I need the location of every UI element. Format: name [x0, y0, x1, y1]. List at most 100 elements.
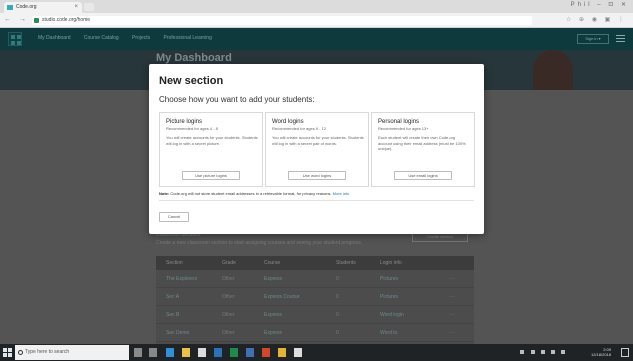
url-input[interactable]: studio.code.org/home	[32, 16, 532, 25]
col-grade[interactable]: Grade	[222, 260, 264, 266]
col-course[interactable]: Course	[264, 260, 336, 266]
cell-login[interactable]: Pictures	[380, 276, 450, 282]
more-info-link[interactable]: More info	[333, 191, 350, 196]
cell-grade: Other	[222, 311, 235, 318]
store-icon[interactable]	[198, 348, 206, 357]
top-nav: My Dashboard Course Catalog Projects Pro…	[38, 35, 224, 41]
cell-section[interactable]: Sec A	[156, 294, 222, 300]
search-placeholder: Type here to search	[25, 349, 70, 355]
col-login[interactable]: Login info	[380, 260, 450, 266]
col-students[interactable]: Students	[336, 260, 380, 266]
cell-grade: Other	[222, 275, 235, 282]
hamburger-menu-icon[interactable]	[616, 35, 625, 42]
card-recommendation: Recommended for ages 4 - 8	[166, 126, 218, 131]
cell-course[interactable]: Express Course	[264, 294, 336, 300]
address-toolbar: ← → C studio.code.org/home ☆ ⊕ ◉ ▣ ⋮	[0, 13, 633, 28]
cell-login[interactable]: Pictures	[380, 294, 450, 300]
cell-students: 0	[336, 293, 339, 300]
cell-login[interactable]: Word lo.	[380, 330, 450, 336]
outlook-icon[interactable]	[246, 348, 254, 357]
dialog-divider	[159, 200, 474, 201]
row-menu-icon[interactable]: ⋯	[450, 330, 474, 336]
hero-image	[533, 50, 573, 90]
use-picture-logins-button[interactable]: Use picture logins	[182, 171, 240, 180]
cell-course[interactable]: Express	[264, 276, 336, 282]
row-menu-icon[interactable]: ⋯	[450, 294, 474, 300]
card-recommendation: Recommended for ages 13+	[378, 126, 429, 131]
clock-date: 12/18/2018	[590, 352, 611, 357]
close-tab-icon[interactable]: ×	[74, 2, 78, 13]
action-center-icon[interactable]	[621, 348, 629, 357]
word-icon[interactable]	[214, 348, 222, 357]
url-text: studio.code.org/home	[42, 17, 91, 23]
system-clock[interactable]: 2:09 12/18/2018	[591, 347, 611, 357]
row-menu-icon[interactable]: ⋯	[450, 276, 474, 282]
personal-logins-card[interactable]: Personal logins Recommended for ages 13+…	[371, 112, 475, 187]
col-section[interactable]: Section	[156, 260, 222, 266]
network-icon[interactable]	[541, 350, 545, 354]
cell-section[interactable]: The Explorers	[156, 276, 222, 282]
nav-link-projects[interactable]: Projects	[132, 35, 150, 41]
card-heading: Personal logins	[378, 119, 420, 125]
word-logins-card[interactable]: Word logins Recommended for ages 9 - 12 …	[265, 112, 369, 187]
privacy-note: Note: Code.org will not store student em…	[159, 191, 479, 196]
page-title: My Dashboard	[156, 52, 232, 64]
mail-icon[interactable]	[294, 348, 302, 357]
browser-tab-strip: Code.org × Phil – ⊡ ✕	[0, 0, 633, 13]
cell-section[interactable]: Sec Demo	[156, 330, 222, 336]
card-description: You will create accounts for your studen…	[166, 135, 258, 146]
new-tab-button[interactable]	[84, 3, 94, 11]
tab-title: Code.org	[16, 4, 37, 10]
cell-course[interactable]: Express	[264, 330, 336, 336]
window-controls[interactable]: Phil – ⊡ ✕	[571, 1, 629, 8]
lock-icon	[34, 18, 39, 23]
dialog-subtitle: Choose how you want to add your students…	[159, 95, 315, 104]
card-recommendation: Recommended for ages 9 - 12	[272, 126, 327, 131]
account-button[interactable]: Sign in ▾	[577, 34, 609, 44]
cell-course[interactable]: Express	[264, 312, 336, 318]
table-row[interactable]: Sec A Other Express Course 0 Pictures ⋯	[156, 288, 474, 306]
picture-logins-card[interactable]: Picture logins Recommended for ages 4 - …	[159, 112, 263, 187]
new-section-dialog: New section Choose how you want to add y…	[149, 64, 484, 234]
row-menu-icon[interactable]: ⋯	[450, 312, 474, 318]
cancel-button[interactable]: Cancel	[159, 212, 189, 222]
table-row[interactable]: Sec Demo Other Express 0 Word lo. ⋯	[156, 324, 474, 342]
card-description: Each student will create their own Code.…	[378, 135, 466, 151]
chrome-icon[interactable]	[278, 348, 286, 357]
cell-section[interactable]: Sec B	[156, 312, 222, 318]
card-heading: Word logins	[272, 119, 304, 125]
cortana-icon	[18, 350, 23, 355]
sections-description: Create a new classroom section to start …	[156, 240, 363, 246]
windows-start-icon[interactable]	[3, 348, 12, 357]
table-row[interactable]: The Explorers Other Express 0 Pictures ⋯	[156, 270, 474, 288]
note-label: Note:	[159, 191, 170, 196]
file-explorer-icon[interactable]	[182, 348, 190, 357]
edge-icon[interactable]	[166, 348, 174, 357]
use-word-logins-button[interactable]: Use word logins	[288, 171, 346, 180]
tray-chevron-icon[interactable]	[531, 350, 535, 354]
nav-link-catalog[interactable]: Course Catalog	[84, 35, 119, 41]
volume-icon[interactable]	[551, 350, 555, 354]
extension-icons[interactable]: ☆ ⊕ ◉ ▣ ⋮	[566, 16, 627, 23]
taskbar-search-input[interactable]: Type here to search	[15, 345, 129, 360]
table-header: Section Grade Course Students Login info	[156, 256, 474, 270]
logo-icon[interactable]	[8, 32, 22, 46]
cell-grade: Other	[222, 293, 235, 300]
nav-link-professional[interactable]: Professional Learning	[164, 35, 212, 41]
app-header: My Dashboard Course Catalog Projects Pro…	[0, 28, 633, 50]
dialog-title: New section	[159, 75, 224, 87]
powerpoint-icon[interactable]	[262, 348, 270, 357]
language-icon[interactable]	[561, 350, 565, 354]
table-row[interactable]: Sec B Other Express 0 Word login ⋯	[156, 306, 474, 324]
cell-students: 0	[336, 275, 339, 282]
nav-link-dashboard[interactable]: My Dashboard	[38, 35, 71, 41]
cell-grade: Other	[222, 329, 235, 336]
cell-login[interactable]: Word login	[380, 312, 450, 318]
browser-tab[interactable]: Code.org ×	[4, 2, 82, 13]
mic-icon[interactable]	[134, 348, 142, 357]
excel-icon[interactable]	[230, 348, 238, 357]
task-view-icon[interactable]	[149, 348, 157, 357]
people-icon[interactable]	[520, 350, 524, 354]
note-text: Code.org will not store student email ad…	[170, 191, 332, 196]
use-email-logins-button[interactable]: Use email logins	[394, 171, 452, 180]
